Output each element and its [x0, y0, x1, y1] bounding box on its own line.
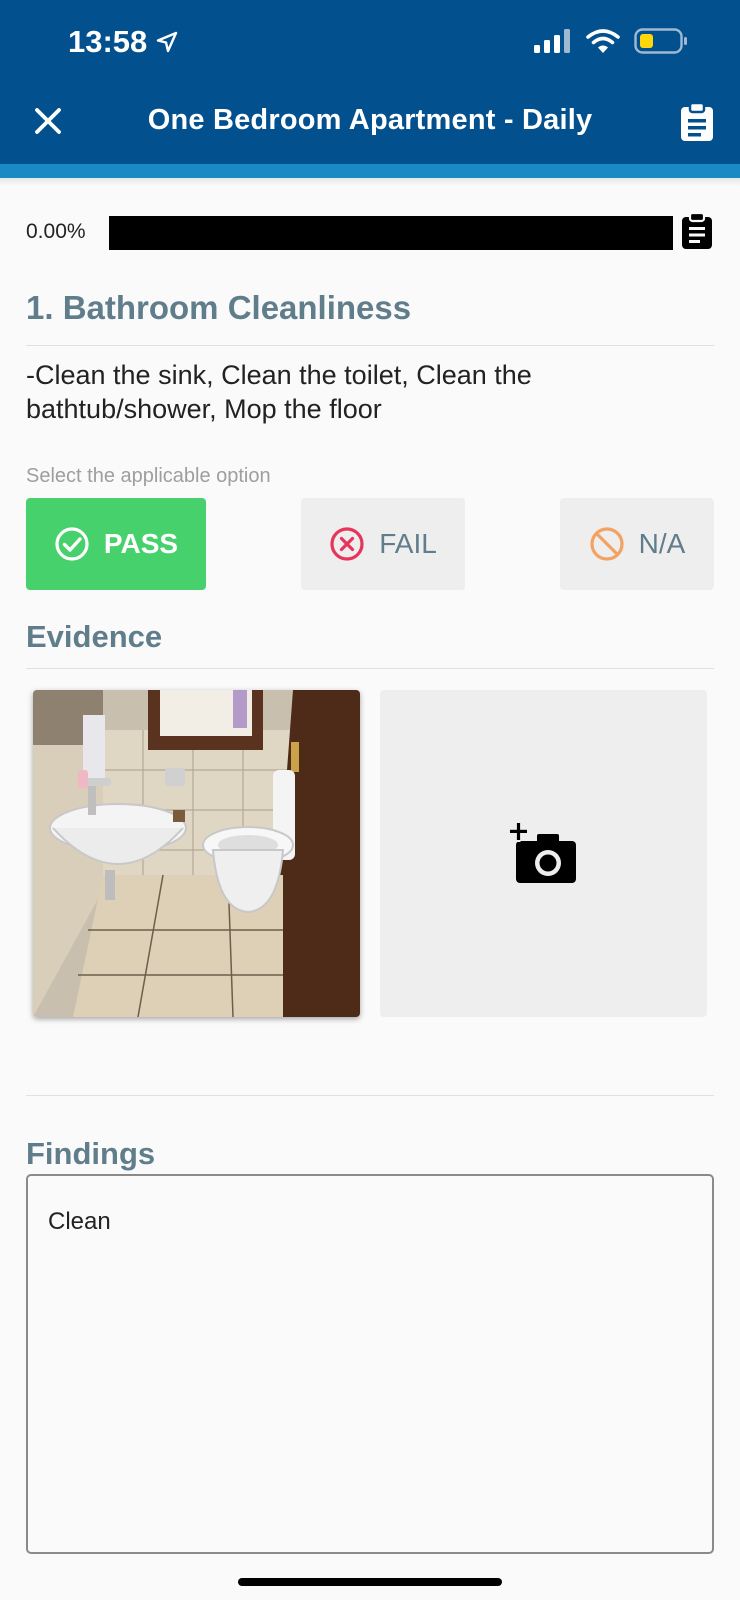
findings-title: Findings [26, 1136, 156, 1171]
divider [26, 1095, 714, 1096]
option-hint: Select the applicable option [26, 465, 271, 487]
progress-percent: 0.00% [26, 220, 86, 243]
clipboard-list-icon[interactable] [680, 212, 714, 250]
location-arrow-icon [157, 31, 178, 53]
question-description: -Clean the sink, Clean the toilet, Clean… [26, 360, 532, 424]
findings-textarea[interactable]: Clean [26, 1174, 714, 1554]
status-time-text: 13:58 [68, 24, 148, 59]
findings-value: Clean [48, 1208, 111, 1235]
pass-label: PASS [103, 528, 179, 559]
divider [26, 345, 714, 346]
clipboard-icon [681, 101, 713, 141]
evidence-title: Evidence [26, 619, 163, 654]
add-photo-icon [508, 822, 576, 883]
progress-row: 0.00% [26, 212, 714, 250]
header-title: One Bedroom Apartment - Daily [147, 104, 593, 136]
status-bar-time: 13:58 [68, 24, 179, 60]
signal-icon [534, 29, 570, 53]
checklist-button[interactable] [678, 101, 716, 142]
block-icon [590, 527, 624, 561]
fail-label: FAIL [379, 528, 437, 559]
x-circle-icon [330, 527, 364, 561]
question-title: 1. Bathroom Cleanliness [26, 289, 412, 326]
evidence-photo[interactable] [33, 690, 360, 1017]
na-label: N/A [638, 528, 686, 559]
pass-button[interactable]: PASS [26, 498, 206, 590]
wifi-icon [586, 29, 620, 53]
check-circle-icon [55, 527, 89, 561]
na-button[interactable]: N/A [560, 498, 714, 590]
home-indicator [238, 1578, 502, 1586]
progress-bar [109, 216, 673, 250]
fail-button[interactable]: FAIL [301, 498, 465, 590]
status-bar-right [534, 28, 688, 54]
header-shadow [0, 178, 740, 186]
add-photo-button[interactable] [380, 690, 707, 1017]
battery-icon [634, 28, 687, 54]
header-accent-bar [0, 164, 740, 178]
bathroom-photo [33, 690, 360, 1017]
divider [26, 668, 714, 669]
